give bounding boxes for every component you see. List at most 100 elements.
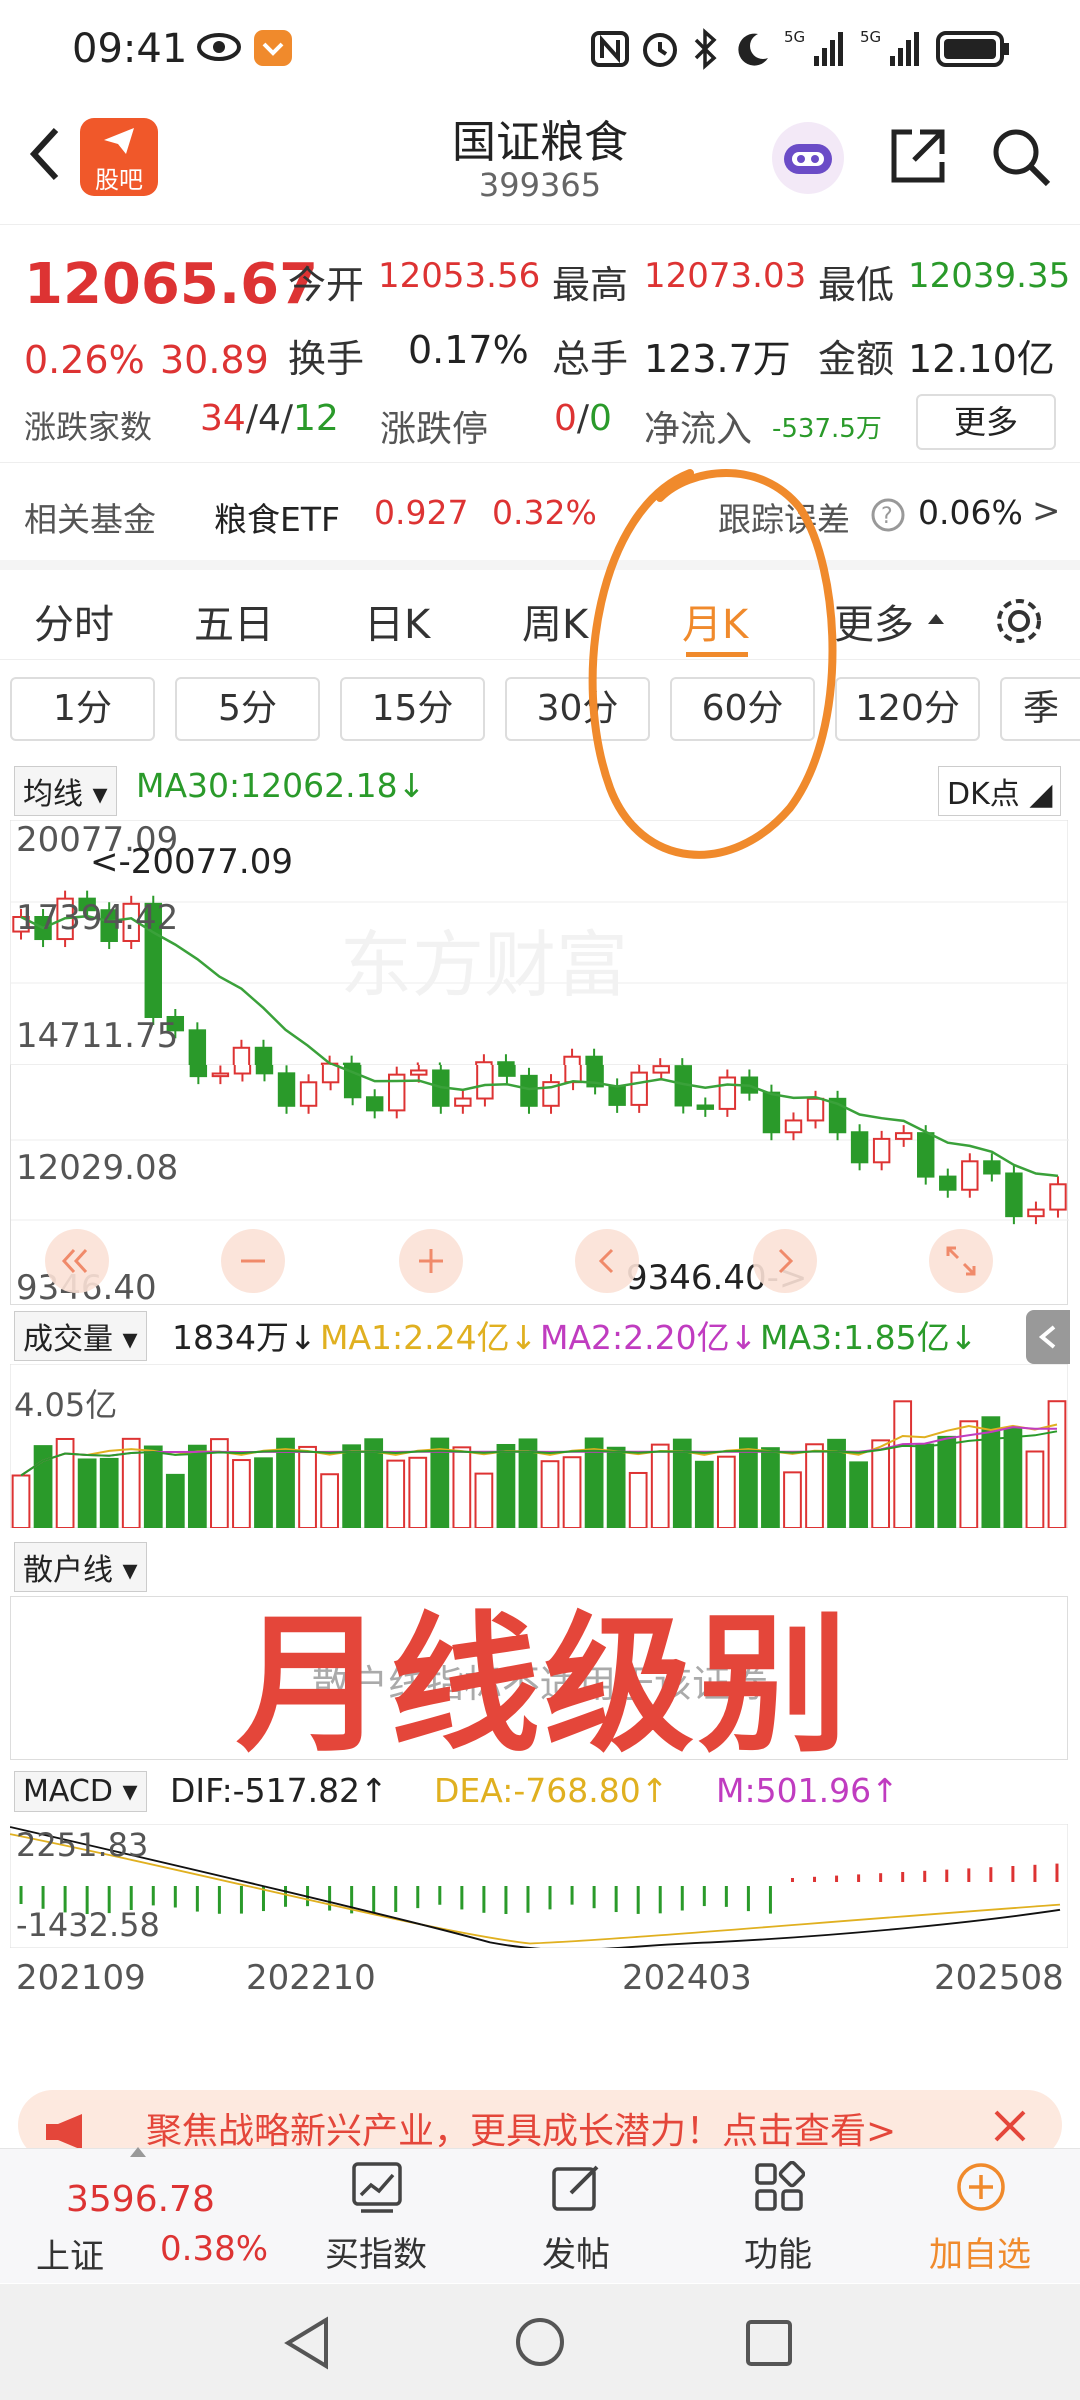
volume-bar (143, 1445, 163, 1528)
gear-icon[interactable] (990, 592, 1048, 650)
volume-ma3: MA3:1.85亿↓ (760, 1318, 978, 1357)
more-button[interactable]: 更多 (916, 394, 1056, 450)
x-label-1: 202109 (16, 1958, 146, 1998)
index-pct: 0.38% (160, 2229, 269, 2269)
collapse-panel-button[interactable] (1026, 1310, 1070, 1364)
watermark: 东方财富 (340, 923, 628, 1007)
volume-bar (915, 1443, 935, 1528)
volume-chart[interactable] (10, 1364, 1068, 1528)
tab-five-day[interactable]: 五日 (194, 592, 274, 650)
scroll-left-icon[interactable] (44, 1228, 110, 1294)
close-icon[interactable] (990, 2106, 1030, 2146)
period-quarter[interactable]: 季 (1000, 677, 1080, 741)
related-fund-row[interactable]: 相关基金 粮食ETF 0.927 0.32% 跟踪误差 ? 0.06% > (0, 462, 1080, 557)
open-value: 12053.56 (378, 256, 541, 296)
search-icon[interactable] (988, 124, 1054, 190)
fullscreen-icon[interactable] (928, 1228, 994, 1294)
volume-bar (628, 1471, 648, 1528)
add-watchlist-button[interactable]: 加自选 (900, 2149, 1060, 2284)
candle (917, 1132, 935, 1178)
macd-y-bottom: -1432.58 (16, 1906, 160, 1944)
volume-bar (761, 1447, 780, 1528)
period-5min[interactable]: 5分 (175, 677, 320, 741)
candle (718, 1076, 737, 1110)
retail-selector[interactable]: 散户线 ▾ (14, 1542, 147, 1592)
step-right-icon[interactable] (752, 1228, 818, 1294)
low-value: 12039.35 (908, 256, 1071, 296)
candle (410, 1069, 428, 1076)
volume-bar (783, 1471, 802, 1528)
buy-index-button[interactable]: 买指数 (296, 2149, 456, 2284)
volume-value: 123.7万 (644, 337, 791, 381)
step-left-icon[interactable] (574, 1228, 640, 1294)
candle (189, 1065, 208, 1078)
candle (321, 1065, 340, 1084)
candle (1005, 1172, 1023, 1218)
volume-label: 总手 (552, 337, 629, 381)
share-icon[interactable] (886, 124, 950, 188)
zoom-out-icon[interactable] (220, 1228, 286, 1294)
amount-value: 12.10亿 (908, 337, 1055, 381)
nfc-icon (591, 31, 629, 67)
volume-bar (606, 1446, 626, 1528)
ma30-value: MA30:12062.18↓ (136, 766, 426, 805)
period-selector: 1分 5分 15分 30分 60分 120分 季 (0, 665, 1080, 755)
bottom-nav: 3596.78 上证 0.38% 买指数 发帖 功能 加自选 (0, 2147, 1080, 2284)
chart-line-icon (352, 2162, 402, 2213)
macd-selector[interactable]: MACD ▾ (14, 1771, 147, 1812)
candle (563, 1055, 581, 1065)
period-15min[interactable]: 15分 (340, 677, 485, 741)
chart-area: 均线 ▾ MA30:12062.18↓ DK点 ◢ 东方财富 20077.09 … (0, 469, 1080, 2058)
candle (806, 1097, 825, 1122)
x-label-4: 202508 (934, 1958, 1064, 1998)
volume-bar (650, 1443, 670, 1528)
candle (894, 1132, 913, 1140)
signal-5g-icon-1: 5G (784, 28, 843, 66)
header: 股吧 国证粮食 399365 (0, 100, 1080, 225)
ai-robot-icon[interactable] (768, 118, 848, 198)
turnover-value: 0.17% (408, 328, 529, 372)
volume-bar (716, 1455, 736, 1528)
volume-selector[interactable]: 成交量 ▾ (14, 1311, 147, 1361)
tab-intraday[interactable]: 分时 (34, 592, 114, 650)
volume-bar (805, 1443, 824, 1528)
limit-values: 0/0 (554, 398, 612, 439)
dk-point-toggle[interactable]: DK点 ◢ (938, 766, 1062, 816)
fund-price: 0.927 (374, 493, 469, 532)
volume-bar (893, 1400, 913, 1528)
candle (277, 1072, 296, 1107)
volume-bar (320, 1473, 339, 1528)
volume-bar (342, 1444, 362, 1528)
alarm-icon (643, 33, 677, 67)
volume-bar (1003, 1427, 1023, 1528)
volume-bar (474, 1472, 494, 1528)
battery-icon (936, 31, 1009, 67)
megaphone-icon (46, 2114, 82, 2150)
back-icon[interactable] (24, 124, 64, 184)
volume-bar (871, 1439, 891, 1528)
caret-up-icon (928, 614, 944, 624)
period-1min[interactable]: 1分 (10, 677, 155, 741)
functions-button[interactable]: 功能 (698, 2149, 858, 2284)
chevron-right-icon: > (1032, 491, 1061, 531)
volume-bar (562, 1456, 582, 1528)
turnover-label: 换手 (288, 337, 365, 381)
quote-panel: 12065.67 0.26% 30.89 今开 12053.56 最高 1207… (0, 226, 1080, 461)
x-label-2: 202210 (246, 1958, 376, 1998)
home-circle-icon[interactable] (514, 2316, 566, 2368)
ma-selector[interactable]: 均线 ▾ (14, 766, 117, 816)
edit-icon (552, 2165, 599, 2211)
zoom-in-icon[interactable] (398, 1228, 464, 1294)
volume-bar (959, 1420, 979, 1528)
guba-label: 股吧 (95, 166, 143, 194)
post-button[interactable]: 发帖 (496, 2149, 656, 2284)
candle (498, 1065, 516, 1077)
candle (299, 1081, 318, 1107)
volume-bar (496, 1443, 516, 1528)
candle (1049, 1183, 1067, 1211)
guba-logo[interactable]: 股吧 (80, 118, 158, 196)
macd-chart[interactable] (10, 1824, 1068, 1948)
tab-day-k[interactable]: 日K (364, 592, 430, 650)
back-triangle-icon[interactable] (282, 2316, 332, 2370)
recents-square-icon[interactable] (744, 2318, 794, 2368)
